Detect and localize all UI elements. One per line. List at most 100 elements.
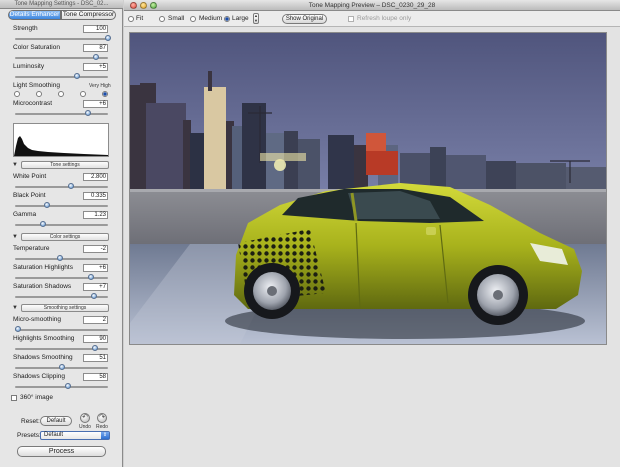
chevron-updown-icon: ⇕ (101, 432, 109, 439)
shadows-clipping-field[interactable]: 58 (83, 373, 108, 381)
refresh-loupe-checkbox (348, 16, 354, 22)
zoom-medium-label: Medium (199, 15, 223, 22)
gamma-label: Gamma (13, 211, 37, 218)
micro-smoothing-slider-thumb[interactable] (14, 326, 21, 332)
saturation-shadows-slider-thumb[interactable] (91, 293, 98, 299)
shadows-clipping-label: Shadows Clipping (13, 373, 66, 380)
zoom-large-label: Large (232, 15, 249, 22)
white-point-field[interactable]: 2.800 (83, 173, 108, 181)
show-original-button[interactable]: Show Original (282, 14, 327, 24)
black-point-slider-track[interactable] (15, 205, 108, 207)
histogram (13, 123, 109, 157)
tone-settings-header[interactable]: Tone settings (21, 161, 109, 169)
light-smoothing-radio-3[interactable] (58, 91, 64, 97)
disclosure-triangle-icon[interactable]: ▼ (12, 233, 18, 241)
gamma-field[interactable]: 1.23 (83, 211, 108, 219)
shadows-smoothing-label: Shadows Smoothing (13, 354, 73, 361)
highlights-smoothing-slider-thumb[interactable] (91, 345, 98, 351)
temperature-slider-thumb[interactable] (56, 255, 63, 261)
minimize-window-icon[interactable] (140, 2, 147, 9)
luminosity-field[interactable]: +5 (83, 63, 108, 71)
temperature-label: Temperature (13, 245, 50, 252)
redo-icon[interactable]: ↷ (97, 413, 107, 423)
temperature-field[interactable]: -2 (83, 245, 108, 253)
settings-window-title: Tone Mapping Settings - DSC_02... (0, 0, 123, 9)
gamma-slider-thumb[interactable] (39, 221, 46, 227)
light-smoothing-radio-5[interactable] (102, 91, 108, 97)
tone-settings-section[interactable]: ▼ Tone settings (12, 161, 109, 169)
close-window-icon[interactable] (130, 2, 137, 9)
microcontrast-field[interactable]: +6 (83, 100, 108, 108)
microcontrast-slider-thumb[interactable] (84, 110, 91, 116)
microcontrast-slider-track[interactable] (15, 113, 108, 115)
presets-label: Presets: (17, 432, 41, 439)
luminosity-slider-track[interactable] (15, 76, 108, 78)
light-smoothing-radio-2[interactable] (36, 91, 42, 97)
presets-select[interactable]: Default ⇕ (40, 431, 110, 440)
microcontrast-label: Microcontrast (13, 100, 53, 107)
tone-mapping-preview-window: Tone Mapping Preview – DSC_0230_29_28 Fi… (124, 0, 620, 467)
light-smoothing-hint: Very High (89, 83, 111, 89)
smoothing-settings-header[interactable]: Smoothing settings (21, 304, 109, 312)
light-smoothing-radio-1[interactable] (14, 91, 20, 97)
strength-field[interactable]: 100 (83, 25, 108, 33)
saturation-highlights-slider-thumb[interactable] (88, 274, 95, 280)
tone-mapping-settings-panel: Tone Mapping Settings - DSC_02... Detail… (0, 0, 123, 467)
tab-details-enhancer[interactable]: Details Enhancer (8, 10, 61, 20)
preview-window-title: Tone Mapping Preview – DSC_0230_29_28 (124, 0, 620, 11)
shadows-smoothing-field[interactable]: 51 (83, 354, 108, 362)
gamma-slider-track[interactable] (15, 224, 108, 226)
shadows-clipping-slider-thumb[interactable] (65, 383, 71, 389)
reset-default-button[interactable]: Default (40, 416, 72, 426)
saturation-highlights-label: Saturation Highlights (13, 264, 73, 271)
shadows-clipping-slider-track[interactable] (15, 386, 108, 388)
tab-tone-compressor[interactable]: Tone Compressor (61, 10, 116, 20)
luminosity-slider-thumb[interactable] (74, 73, 81, 79)
white-point-slider-track[interactable] (15, 186, 108, 188)
color-saturation-slider-thumb[interactable] (92, 54, 99, 60)
micro-smoothing-label: Micro-smoothing (13, 316, 62, 323)
black-point-slider-thumb[interactable] (43, 202, 50, 208)
process-button[interactable]: Process (17, 446, 106, 457)
zoom-fit-label: Fit (136, 15, 144, 22)
light-smoothing-radio-4[interactable] (80, 91, 86, 97)
white-point-slider-thumb[interactable] (67, 183, 74, 189)
disclosure-triangle-icon[interactable]: ▼ (12, 304, 18, 312)
image-360-label: 360° image (20, 394, 53, 401)
zoom-small-radio[interactable] (159, 16, 165, 22)
micro-smoothing-slider-track[interactable] (15, 329, 108, 331)
color-settings-section[interactable]: ▼ Color settings (12, 233, 109, 241)
hdr-car-photo-icon (130, 33, 606, 344)
black-point-field[interactable]: 0.335 (83, 192, 108, 200)
saturation-shadows-label: Saturation Shadows (13, 283, 72, 290)
disclosure-triangle-icon[interactable]: ▼ (12, 161, 18, 169)
white-point-label: White Point (13, 173, 47, 180)
strength-slider-thumb[interactable] (105, 35, 111, 41)
zoom-window-icon[interactable] (150, 2, 157, 9)
micro-smoothing-field[interactable]: 2 (83, 316, 108, 324)
highlights-smoothing-field[interactable]: 90 (83, 335, 108, 343)
saturation-shadows-field[interactable]: +7 (83, 283, 108, 291)
saturation-highlights-slider-track[interactable] (15, 277, 108, 279)
refresh-loupe-label: Refresh loupe only (357, 15, 412, 22)
zoom-small-label: Small (168, 15, 185, 22)
color-saturation-field[interactable]: 87 (83, 44, 108, 52)
presets-value: Default (44, 432, 64, 438)
zoom-medium-radio[interactable] (190, 16, 196, 22)
highlights-smoothing-label: Highlights Smoothing (13, 335, 75, 342)
histogram-curve (14, 136, 108, 156)
strength-slider-track[interactable] (15, 38, 108, 40)
black-point-label: Black Point (13, 192, 46, 199)
image-360-checkbox[interactable] (11, 395, 17, 401)
zoom-large-radio[interactable] (224, 16, 230, 22)
saturation-highlights-field[interactable]: +6 (83, 264, 108, 272)
preview-image[interactable] (129, 32, 607, 345)
reset-label: Reset: (21, 418, 40, 425)
zoom-stepper-icon[interactable]: ▲ ▼ (253, 13, 259, 24)
redo-label: Redo (96, 424, 108, 430)
zoom-fit-radio[interactable] (128, 16, 134, 22)
undo-icon[interactable]: ↶ (80, 413, 90, 423)
color-settings-header[interactable]: Color settings (21, 233, 109, 241)
shadows-smoothing-slider-thumb[interactable] (58, 364, 65, 370)
smoothing-settings-section[interactable]: ▼ Smoothing settings (12, 304, 109, 312)
